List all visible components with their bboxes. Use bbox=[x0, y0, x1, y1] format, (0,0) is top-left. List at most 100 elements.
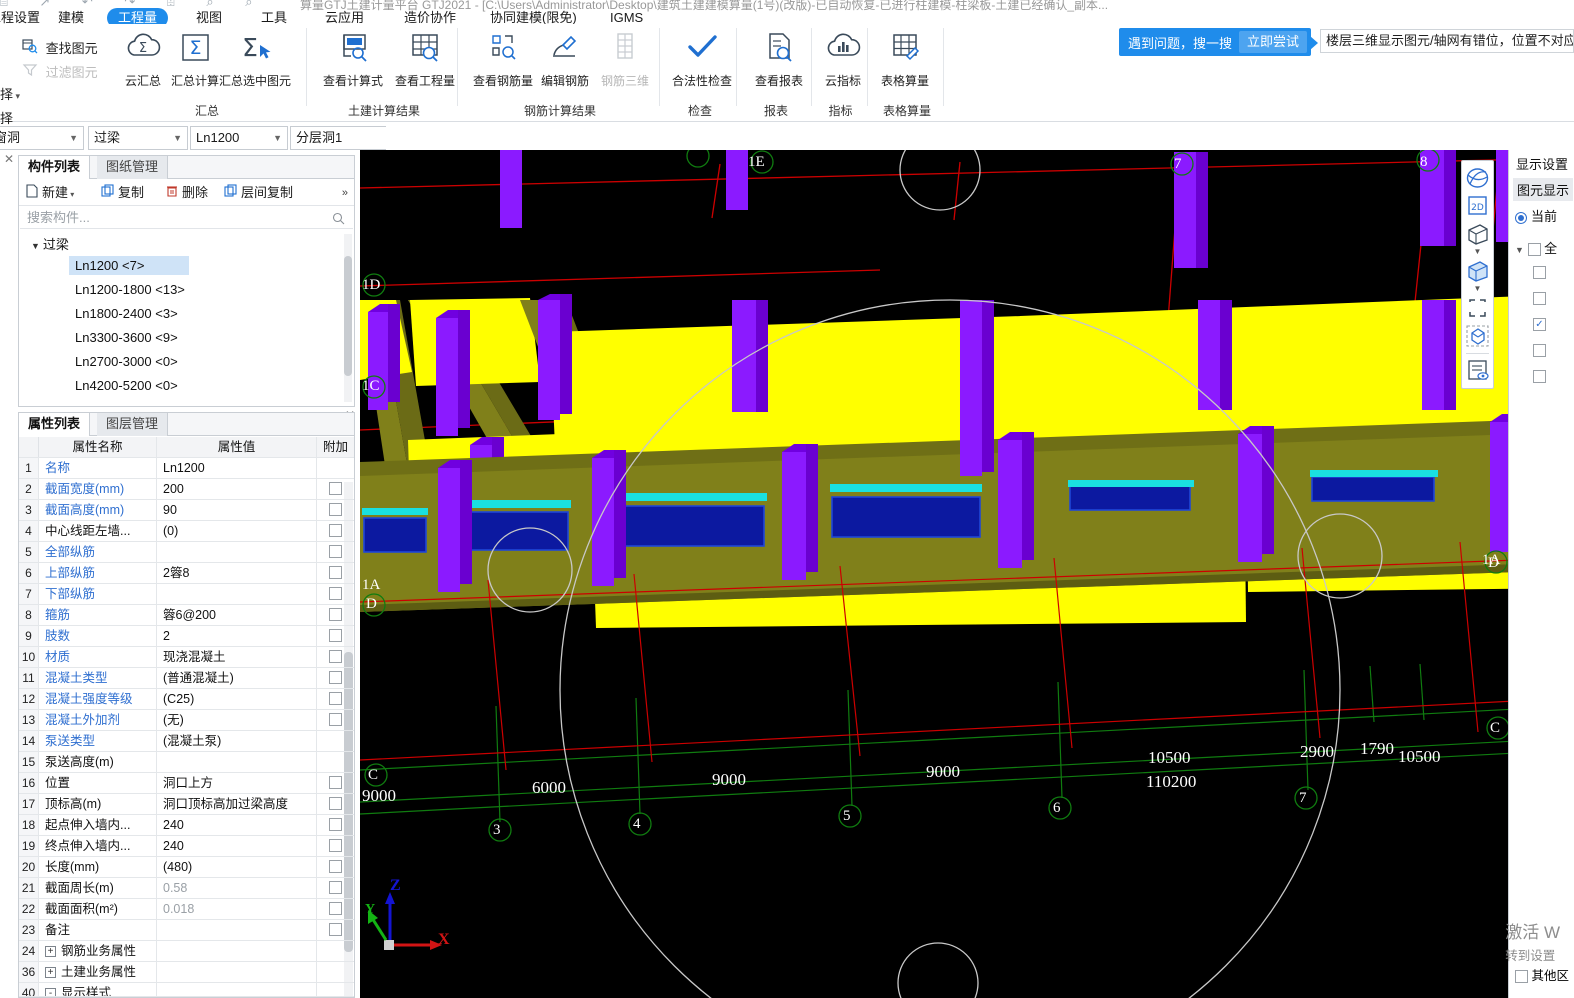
checkbox-all[interactable] bbox=[1527, 243, 1541, 257]
table-quantity-button[interactable]: 表格算量 bbox=[874, 28, 936, 100]
cloud-index-button[interactable]: 云指标 bbox=[812, 28, 874, 100]
left-dock-close-icon[interactable]: ✕ bbox=[4, 152, 14, 166]
row-value[interactable]: 2 bbox=[157, 626, 317, 646]
additional-checkbox[interactable] bbox=[329, 860, 342, 873]
table-row[interactable]: 5 全部纵筋 bbox=[19, 542, 354, 563]
additional-checkbox[interactable] bbox=[329, 650, 342, 663]
tree-item-ln2700-3000[interactable]: Ln2700-3000 <0> bbox=[69, 352, 184, 371]
row-value[interactable]: 洞口上方 bbox=[157, 773, 317, 793]
tab-layer-management[interactable]: 图层管理 bbox=[97, 413, 169, 436]
view-rebar-button[interactable]: 查看钢筋量 bbox=[466, 28, 540, 100]
table-row[interactable]: 20 长度(mm) (480) bbox=[19, 857, 354, 878]
row-value[interactable]: 2䈶8 bbox=[157, 563, 317, 583]
clip-box-icon[interactable] bbox=[1462, 322, 1493, 350]
combo-component-type[interactable]: 过梁 ▼ bbox=[88, 126, 188, 150]
tab-drawing-management[interactable]: 图纸管理 bbox=[97, 156, 169, 179]
orbit-3d-icon[interactable] bbox=[1462, 164, 1493, 192]
summary-calc-button[interactable]: Σ 汇总计算 bbox=[164, 28, 226, 100]
tab-component-list[interactable]: 构件列表 bbox=[19, 156, 91, 179]
tree-item-ln1800-2400[interactable]: Ln1800-2400 <3> bbox=[69, 304, 184, 323]
collapse-icon[interactable]: - bbox=[45, 988, 56, 996]
radio-button-icon[interactable] bbox=[1515, 211, 1527, 224]
tree-item-ln3300-3600[interactable]: Ln3300-3600 <9> bbox=[69, 328, 184, 347]
table-row[interactable]: 23 备注 bbox=[19, 920, 354, 941]
row-value[interactable]: (480) bbox=[157, 857, 317, 877]
try-now-button[interactable]: 立即尝试 bbox=[1238, 31, 1307, 53]
table-row[interactable]: 21 截面周长(m) 0.58 bbox=[19, 878, 354, 899]
additional-checkbox[interactable] bbox=[329, 776, 342, 789]
view-quantity-button[interactable]: 查看工程量 bbox=[388, 28, 462, 100]
additional-checkbox[interactable] bbox=[329, 923, 342, 936]
combo-component-name[interactable]: Ln1200 ▼ bbox=[190, 126, 288, 150]
model-3d-viewport[interactable]: Z X Y 1E 7 8 1D 1C 1A D C 1A D C 1 3 4 5… bbox=[360, 150, 1574, 998]
chevron-down-icon[interactable]: ▼ bbox=[31, 241, 40, 251]
table-row[interactable]: 15 泵送高度(m) bbox=[19, 752, 354, 773]
row-value[interactable] bbox=[157, 752, 317, 772]
toolbar-overflow-button[interactable]: » bbox=[342, 183, 348, 203]
table-row[interactable]: 12 混凝土强度等级 (C25) bbox=[19, 689, 354, 710]
row-value[interactable]: (混凝土泵) bbox=[157, 731, 317, 751]
row-value[interactable]: (无) bbox=[157, 710, 317, 730]
2d-view-icon[interactable]: 2D bbox=[1462, 192, 1493, 220]
tree-root-node[interactable]: ▼ 过梁 bbox=[31, 234, 69, 253]
expand-icon[interactable]: + bbox=[45, 967, 56, 979]
selection-label-cut[interactable]: 择 bbox=[0, 108, 13, 127]
table-row[interactable]: 19 终点伸入墙内... 240 bbox=[19, 836, 354, 857]
checkbox-item[interactable] bbox=[1533, 344, 1546, 358]
layer-copy-button[interactable]: 层间复制 bbox=[224, 183, 293, 203]
edit-rebar-button[interactable]: 编辑钢筋 bbox=[534, 28, 596, 100]
tab-element-display[interactable]: 图元显示 bbox=[1513, 178, 1574, 201]
search-help-bubble[interactable]: 遇到问题，搜一搜 立即尝试 bbox=[1119, 28, 1318, 56]
checkbox-item-checked[interactable]: ✓ bbox=[1533, 318, 1546, 332]
help-search-input[interactable]: 楼层三维显示图元/轴网有错位，位置不对应如何... bbox=[1320, 29, 1574, 53]
additional-checkbox[interactable] bbox=[329, 524, 342, 537]
combo-element-type[interactable]: 窗洞▼ bbox=[0, 126, 84, 150]
view-report-button[interactable]: 查看报表 bbox=[748, 28, 810, 100]
chevron-down-icon[interactable]: ▼ bbox=[273, 127, 282, 149]
table-row[interactable]: 18 起点伸入墙内... 240 bbox=[19, 815, 354, 836]
table-row[interactable]: 17 顶标高(m) 洞口顶标高加过梁高度 bbox=[19, 794, 354, 815]
copy-component-button[interactable]: 复制 bbox=[101, 183, 144, 203]
table-row[interactable]: 7 下部纵筋 bbox=[19, 584, 354, 605]
box-solid-icon[interactable] bbox=[1462, 257, 1493, 285]
list-visibility-icon[interactable] bbox=[1462, 357, 1493, 385]
view-formula-button[interactable]: 查看计算式 bbox=[316, 28, 390, 100]
table-row[interactable]: 1 名称 Ln1200 bbox=[19, 458, 354, 479]
component-search-input[interactable]: 搜索构件... bbox=[20, 207, 353, 229]
box-view-icon[interactable] bbox=[1462, 220, 1493, 248]
table-row[interactable]: 13 混凝土外加剂 (无) bbox=[19, 710, 354, 731]
additional-checkbox[interactable] bbox=[329, 608, 342, 621]
additional-checkbox[interactable] bbox=[329, 503, 342, 516]
radio-current-layer[interactable]: 当前 bbox=[1515, 206, 1557, 225]
chevron-down-icon[interactable]: ▼ bbox=[1462, 285, 1493, 294]
chevron-down-icon[interactable]: ▼ bbox=[173, 127, 182, 149]
display-tree-item[interactable] bbox=[1533, 342, 1546, 358]
table-row[interactable]: 22 截面面积(m²) 0.018 bbox=[19, 899, 354, 920]
table-row[interactable]: 9 肢数 2 bbox=[19, 626, 354, 647]
table-row[interactable]: 10 材质 现浇混凝土 bbox=[19, 647, 354, 668]
additional-checkbox[interactable] bbox=[329, 692, 342, 705]
checkbox-item[interactable] bbox=[1533, 370, 1546, 384]
delete-component-button[interactable]: 删除 bbox=[165, 183, 208, 203]
tab-property-list[interactable]: 属性列表 bbox=[19, 413, 91, 436]
table-row[interactable]: 11 混凝土类型 (普通混凝土) bbox=[19, 668, 354, 689]
row-value[interactable]: 200 bbox=[157, 479, 317, 499]
expand-icon[interactable]: + bbox=[45, 946, 56, 958]
summary-selected-button[interactable]: Σ 汇总选中图元 bbox=[218, 28, 292, 100]
row-value[interactable] bbox=[157, 584, 317, 604]
additional-checkbox[interactable] bbox=[329, 881, 342, 894]
new-component-button[interactable]: 新建 ▾ bbox=[25, 183, 74, 203]
checkbox-other-zone[interactable] bbox=[1515, 970, 1528, 984]
row-value[interactable] bbox=[157, 542, 317, 562]
table-row[interactable]: 16 位置 洞口上方 bbox=[19, 773, 354, 794]
additional-checkbox[interactable] bbox=[329, 713, 342, 726]
row-value[interactable]: Ln1200 bbox=[157, 458, 317, 478]
additional-checkbox[interactable] bbox=[329, 671, 342, 684]
display-tree-item[interactable]: ✓ bbox=[1533, 316, 1546, 332]
table-row[interactable]: 40 - 显示样式 bbox=[19, 983, 354, 997]
row-value[interactable]: 90 bbox=[157, 500, 317, 520]
table-row[interactable]: 8 箍筋 䈶6@200 bbox=[19, 605, 354, 626]
row-value[interactable]: 䈶6@200 bbox=[157, 605, 317, 625]
display-tree-item[interactable] bbox=[1533, 264, 1546, 280]
additional-checkbox[interactable] bbox=[329, 797, 342, 810]
